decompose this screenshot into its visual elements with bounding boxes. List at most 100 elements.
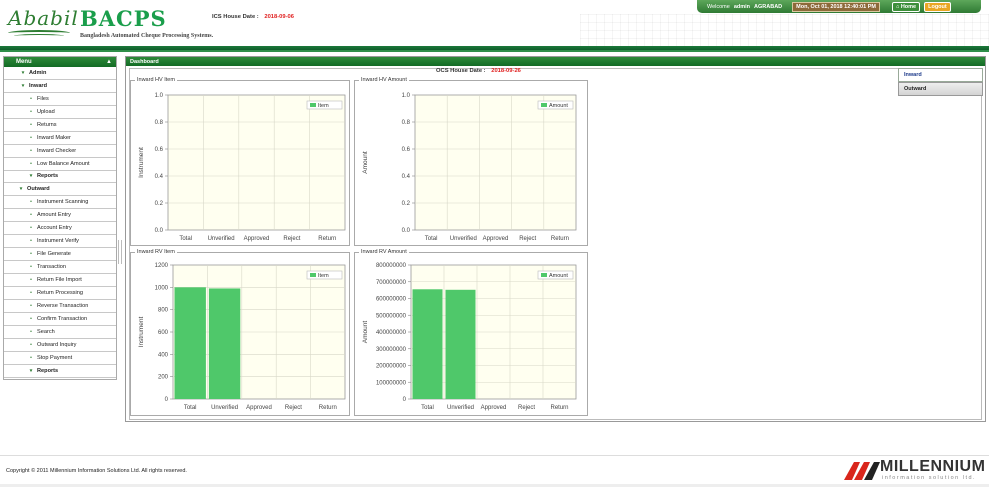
bullet-icon: • — [30, 315, 32, 322]
username: admin — [733, 3, 751, 10]
y-tick-label: 0.2 — [155, 201, 164, 207]
sidebar-item-label: Outward — [27, 186, 50, 193]
sidebar-resize-handle[interactable] — [118, 240, 122, 264]
sidebar-item-label: Admin — [29, 69, 47, 76]
sidebar-item-outward[interactable]: ▾ Outward — [4, 183, 116, 197]
company-tagline: information solution ltd. — [882, 475, 977, 481]
legend-swatch — [541, 103, 547, 107]
sidebar-item-label: Account Entry — [37, 225, 72, 232]
sidebar-item-return-processing[interactable]: • Return Processing — [4, 287, 116, 300]
sidebar-item-outward-inquiry[interactable]: • Outward Inquiry — [4, 339, 116, 352]
x-tick-label: Approved — [481, 405, 507, 411]
welcome-text: Welcome — [707, 3, 730, 10]
logout-button[interactable]: Logout — [924, 1, 951, 12]
inward-rv-amount-chart: 800000000 700000000 600000000 500000000 4000… — [362, 263, 577, 411]
bullet-icon: • — [30, 121, 32, 128]
y-tick-label: 200000000 — [376, 364, 407, 370]
y-tick-label: 600 — [158, 330, 169, 336]
y-tick-label: 0.4 — [155, 174, 164, 180]
branch-name: AGRABAD — [754, 3, 783, 10]
bullet-icon: • — [30, 134, 32, 141]
header-divider-accent — [0, 50, 989, 52]
sidebar-item-confirm-transaction[interactable]: • Confirm Transaction — [4, 313, 116, 326]
chart-panel-inward-rv-item: Inward RV Item 1200 1000 800 600 400 200 0 Tota… — [130, 249, 350, 416]
sidebar-item-label: Search — [37, 328, 55, 335]
sidebar-item-returns[interactable]: • Returns — [4, 119, 116, 132]
menu-header[interactable]: Menu ▲ — [4, 57, 116, 67]
sidebar-item-label: Upload — [37, 108, 55, 115]
y-tick-label: 800 — [158, 308, 169, 314]
sidebar-item-inward[interactable]: ▾ Inward — [4, 80, 116, 93]
menu-list: ▾ Admin ▾ Inward • Files • Upload • Returns • Inwar… — [4, 67, 116, 378]
chart-panel-inward-rv-amount: Inward RV Amount 800000000 700000000 60000… — [354, 249, 588, 416]
expand-arrow-icon: ▾ — [19, 186, 23, 193]
y-tick-label: 800000000 — [376, 263, 407, 269]
tab-inward[interactable]: Inward — [898, 68, 983, 82]
tab-outward[interactable]: Outward — [898, 82, 983, 96]
sidebar-item-stop-payment[interactable]: • Stop Payment — [4, 352, 116, 365]
sidebar-menu: Menu ▲ ▾ Admin ▾ Inward • Files • Upload • Return… — [3, 56, 117, 380]
sidebar-item-reports[interactable]: ▾ Reports — [4, 365, 116, 378]
header-pattern — [580, 14, 989, 46]
bullet-icon: • — [30, 276, 32, 283]
y-tick-label: 0 — [165, 397, 169, 403]
sidebar-item-low-balance-amount[interactable]: • Low Balance Amount — [4, 158, 116, 171]
app-subtitle: Bangladesh Automated Cheque Processing S… — [80, 33, 214, 39]
sidebar-item-file-generate[interactable]: • File Generate — [4, 248, 116, 262]
sidebar-item-label: Low Balance Amount — [37, 160, 90, 167]
y-tick-label: 200 — [158, 375, 169, 381]
sidebar-item-return-file-import[interactable]: • Return File Import — [4, 274, 116, 287]
legend-label: Amount — [549, 103, 568, 109]
bullet-icon: • — [30, 95, 32, 102]
sidebar-item-inward-maker[interactable]: • Inward Maker — [4, 132, 116, 145]
expand-arrow-icon: ▾ — [29, 173, 33, 180]
bullet-icon: • — [30, 354, 32, 361]
y-tick-label: 600000000 — [376, 297, 407, 303]
expand-arrow-icon: ▾ — [21, 82, 25, 89]
bar — [412, 289, 443, 399]
home-button[interactable]: ⌂ Home — [891, 1, 921, 12]
sidebar-item-label: Transaction — [37, 264, 67, 271]
ics-house-date-value: 2018-09-06 — [264, 14, 294, 20]
legend-swatch — [310, 273, 316, 277]
bar — [445, 289, 476, 399]
inward-hv-amount-chart: 1.0 0.8 0.6 0.4 0.2 0.0 Total Unverified Approve… — [362, 93, 577, 242]
sidebar-item-files[interactable]: • Files — [4, 93, 116, 106]
sidebar-item-inward-checker[interactable]: • Inward Checker — [4, 145, 116, 158]
collapse-icon[interactable]: ▲ — [106, 59, 112, 65]
x-tick-label: Return — [318, 236, 336, 242]
sidebar-item-transaction[interactable]: • Transaction — [4, 261, 116, 274]
y-tick-label: 700000000 — [376, 280, 407, 286]
sidebar-item-instrument-verify[interactable]: • Instrument Verify — [4, 235, 116, 249]
copyright-text: Copyright © 2011 Millennium Information … — [6, 468, 187, 474]
sidebar-item-reverse-transaction[interactable]: • Reverse Transaction — [4, 300, 116, 313]
y-tick-label: 0 — [403, 397, 407, 403]
sidebar-item-account-entry[interactable]: • Account Entry — [4, 222, 116, 236]
sidebar-item-upload[interactable]: • Upload — [4, 106, 116, 119]
sidebar-item-label: Return File Import — [37, 276, 82, 283]
y-tick-label: 0.2 — [402, 201, 411, 207]
sidebar-item-reports[interactable]: ▾ Reports — [4, 171, 116, 184]
sidebar-item-amount-entry[interactable]: • Amount Entry — [4, 209, 116, 223]
x-tick-label: Total — [425, 236, 438, 242]
x-tick-label: Unverified — [447, 405, 474, 411]
y-tick-label: 400 — [158, 352, 169, 358]
sidebar-item-instrument-scanning[interactable]: • Instrument Scanning — [4, 196, 116, 210]
legend-label: Item — [318, 273, 329, 279]
x-tick-label: Total — [421, 405, 434, 411]
sidebar-item-label: Stop Payment — [37, 354, 73, 361]
bullet-icon: • — [30, 328, 32, 335]
sidebar-item-admin[interactable]: ▾ Admin — [4, 67, 116, 80]
home-button-label: Home — [900, 3, 917, 10]
sidebar-item-label: Instrument Scanning — [37, 199, 89, 206]
expand-arrow-icon: ▾ — [21, 69, 25, 76]
inward-hv-item-chart: 1.0 0.8 0.6 0.4 0.2 0.0 Total Unverified Approve… — [138, 93, 346, 242]
chart-panel-inward-hv-amount: Inward HV Amount 1.0 0.8 0.6 0.4 0.2 0.0 Total… — [354, 77, 588, 246]
legend-swatch — [310, 103, 316, 107]
home-icon: ⌂ — [895, 3, 900, 10]
sidebar-item-search[interactable]: • Search — [4, 326, 116, 339]
x-tick-label: Approved — [483, 236, 509, 242]
sidebar-item-label: Inward Checker — [37, 147, 77, 154]
y-tick-label: 0.8 — [155, 120, 164, 126]
bar — [174, 287, 206, 399]
